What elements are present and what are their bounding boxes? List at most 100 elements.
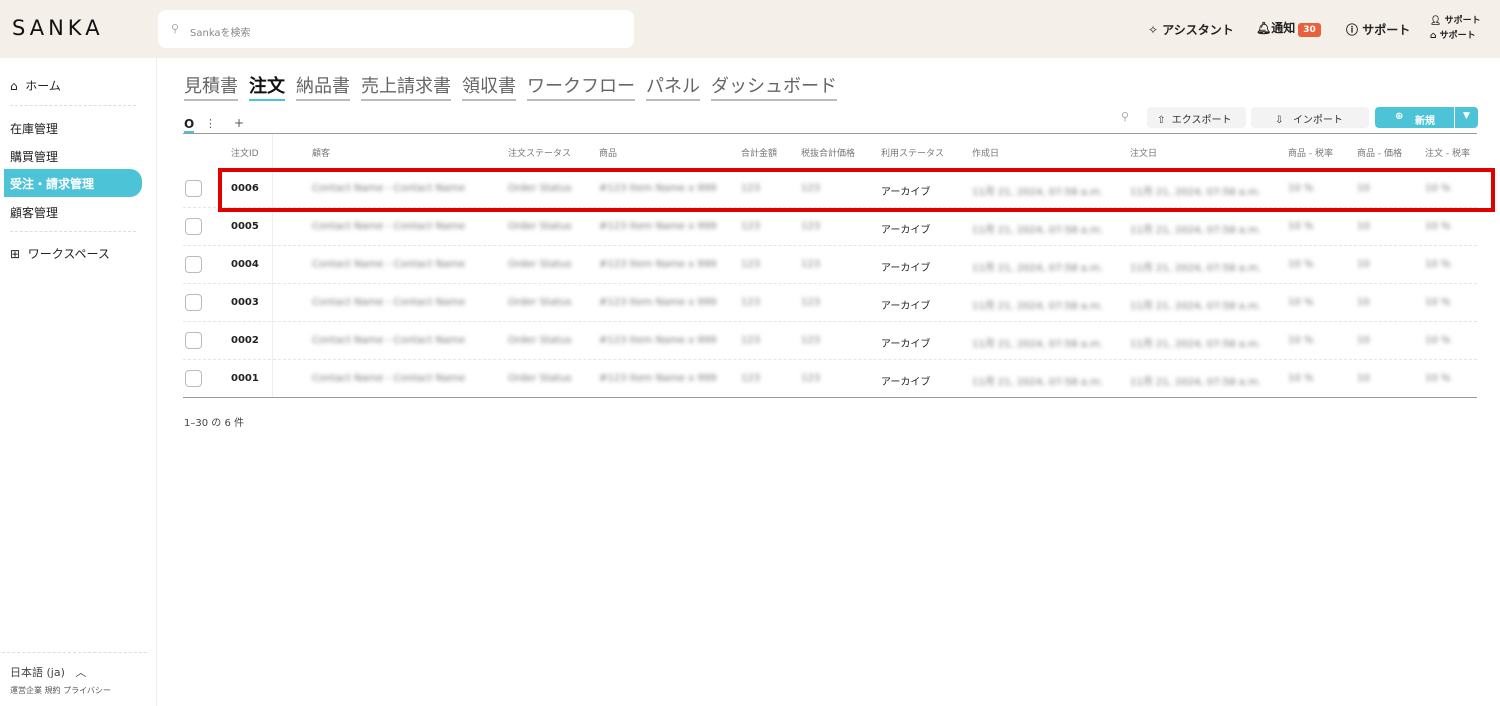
more-icon[interactable]: ⋮ xyxy=(205,117,216,130)
export-button[interactable]: ⇧ エクスポート xyxy=(1147,107,1246,128)
row-checkbox[interactable] xyxy=(185,180,202,197)
terms-link[interactable]: 規約 xyxy=(45,686,61,695)
tab-orders[interactable]: 注文 xyxy=(249,72,285,101)
sidebar-item-workspace[interactable]: ⊞ ワークスペース xyxy=(10,245,110,262)
cell-total: 123 xyxy=(741,373,761,384)
cell-created: 11月 21, 2024, 07:58 a.m. xyxy=(972,377,1104,388)
cell-total: 123 xyxy=(741,259,761,270)
logo[interactable]: SANKA xyxy=(12,16,104,40)
table-row[interactable]: 0004 Contact Name - Contact Name Order Sta… xyxy=(183,246,1477,284)
cell-item: #123 Item Name x 999 xyxy=(599,297,717,308)
row-checkbox[interactable] xyxy=(185,218,202,235)
upload-icon: ⇧ xyxy=(1157,115,1166,126)
cell-order_tax: 10 % xyxy=(1425,259,1451,270)
column-header[interactable]: 合計金額 xyxy=(741,146,777,159)
add-view-button[interactable]: + xyxy=(234,116,244,130)
company-link[interactable]: 運営企業 xyxy=(10,686,42,695)
chevron-down-icon[interactable]: ▼ xyxy=(1454,107,1478,128)
cell-item_price: 10 xyxy=(1357,297,1370,308)
cell-item_tax: 10 % xyxy=(1288,373,1314,384)
notifications-button[interactable]: 🔔︎通知 30 xyxy=(1256,19,1321,37)
table-row[interactable]: 0003 Contact Name - Contact Name Order Sta… xyxy=(183,284,1477,322)
tab-panel[interactable]: パネル xyxy=(646,72,700,101)
table-top-border xyxy=(183,133,1477,134)
cell-created: 11月 21, 2024, 07:58 a.m. xyxy=(972,339,1104,350)
language-selector[interactable]: 日本語 (ja) ︿ xyxy=(10,664,86,680)
tab-receipts[interactable]: 領収書 xyxy=(462,72,516,101)
column-header[interactable]: 注文ステータス xyxy=(508,146,571,159)
sidebar-item-inventory[interactable]: 在庫管理 xyxy=(10,120,58,137)
column-header[interactable]: 商品 xyxy=(599,146,617,159)
apps-icon: ⊞ xyxy=(10,247,21,261)
sidebar-item-purchasing[interactable]: 購買管理 xyxy=(10,148,58,165)
search-input[interactable]: ⚲ Sankaを検索 xyxy=(158,10,634,48)
divider xyxy=(10,231,136,232)
tab-invoices[interactable]: 売上請求書 xyxy=(361,72,451,101)
cell-item_tax: 10 % xyxy=(1288,259,1314,270)
cell-ordered: 11月 21, 2024, 07:58 a.m. xyxy=(1130,263,1262,274)
view-tab-default[interactable]: O xyxy=(184,117,195,133)
assistant-button[interactable]: ✧ アシスタント xyxy=(1148,21,1234,38)
table-row[interactable]: 0002 Contact Name - Contact Name Order Sta… xyxy=(183,322,1477,360)
tab-delivery-notes[interactable]: 納品書 xyxy=(296,72,350,101)
sidebar-item-orders-billing[interactable]: 受注・請求管理 xyxy=(4,169,142,197)
cell-item_price: 10 xyxy=(1357,373,1370,384)
column-header[interactable]: 利用ステータス xyxy=(881,146,944,159)
download-icon: ⇩ xyxy=(1275,115,1284,126)
cell-ordered: 11月 21, 2024, 07:58 a.m. xyxy=(1130,225,1262,236)
tab-estimates[interactable]: 見積書 xyxy=(184,72,238,101)
row-checkbox[interactable] xyxy=(185,256,202,273)
sidebar-item-customers[interactable]: 顧客管理 xyxy=(10,204,58,221)
help-icon: ⓘ xyxy=(1346,23,1359,37)
search-icon[interactable]: ⚲ xyxy=(1121,110,1129,123)
cell-item_tax: 10 % xyxy=(1288,335,1314,346)
notification-badge: 30 xyxy=(1298,23,1321,37)
column-header[interactable]: 商品 - 価格 xyxy=(1357,146,1402,159)
sidebar-item-home[interactable]: ⌂ ホーム xyxy=(10,77,61,94)
cell-order_tax: 10 % xyxy=(1425,221,1451,232)
row-checkbox[interactable] xyxy=(185,294,202,311)
import-button[interactable]: ⇩ インポート xyxy=(1251,107,1369,128)
pin-icon: ✧ xyxy=(1148,23,1159,37)
column-header[interactable]: 作成日 xyxy=(972,146,999,159)
tab-dashboard[interactable]: ダッシュボード xyxy=(711,72,837,101)
cell-id[interactable]: 0004 xyxy=(231,259,259,270)
workspace-name: ⌂ サポート xyxy=(1430,31,1476,41)
column-header[interactable]: 注文 - 税率 xyxy=(1425,146,1470,159)
support-label: サポート xyxy=(1362,23,1411,37)
pagination-info: 1–30 の 6 件 xyxy=(184,418,244,429)
column-header[interactable]: 税抜合計価格 xyxy=(801,146,855,159)
cell-id[interactable]: 0001 xyxy=(231,373,259,384)
new-button[interactable]: ⊕ 新規 ▼ xyxy=(1375,107,1478,128)
cell-status: Order Status xyxy=(508,221,572,232)
row-checkbox[interactable] xyxy=(185,332,202,349)
cell-item: #123 Item Name x 999 xyxy=(599,373,717,384)
tab-workflow[interactable]: ワークフロー xyxy=(527,72,635,101)
cell-id[interactable]: 0002 xyxy=(231,335,259,346)
cell-id[interactable]: 0003 xyxy=(231,297,259,308)
cell-item_tax: 10 % xyxy=(1288,297,1314,308)
cell-item_price: 10 xyxy=(1357,221,1370,232)
row-checkbox[interactable] xyxy=(185,370,202,387)
cell-status: Order Status xyxy=(508,297,572,308)
search-icon: ⚲ xyxy=(171,22,180,35)
cell-item: #123 Item Name x 999 xyxy=(599,221,717,232)
highlight-box xyxy=(218,168,1495,212)
table-row[interactable]: 0001 Contact Name - Contact Name Order Sta… xyxy=(183,360,1477,398)
column-header[interactable]: 顧客 xyxy=(312,146,330,159)
table-row[interactable]: 0005 Contact Name - Contact Name Order Sta… xyxy=(183,208,1477,246)
cell-status: Order Status xyxy=(508,259,572,270)
cell-pretax: 123 xyxy=(801,373,821,384)
column-header[interactable]: 商品 - 税率 xyxy=(1288,146,1333,159)
divider xyxy=(10,105,136,106)
cell-order_tax: 10 % xyxy=(1425,335,1451,346)
column-header[interactable]: 注文ID xyxy=(231,146,259,159)
column-header[interactable]: 注文日 xyxy=(1130,146,1157,159)
support-button[interactable]: ⓘ サポート xyxy=(1346,21,1410,38)
cell-item_price: 10 xyxy=(1357,259,1370,270)
bell-icon: 🔔︎ xyxy=(1256,21,1272,35)
cell-total: 123 xyxy=(741,335,761,346)
cell-id[interactable]: 0005 xyxy=(231,221,259,232)
privacy-link[interactable]: プライバシー xyxy=(63,686,111,695)
user-menu[interactable]: 👤︎ サポート ⌂ サポート xyxy=(1430,14,1481,44)
